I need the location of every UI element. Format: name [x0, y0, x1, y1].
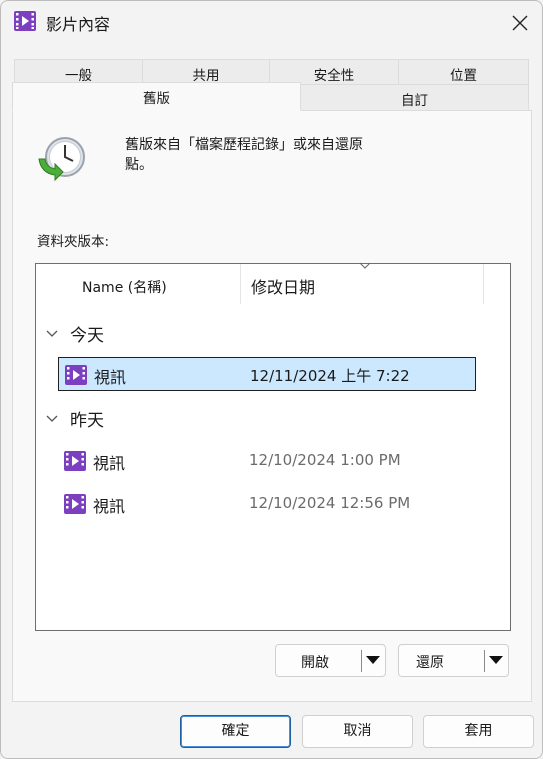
video-folder-icon	[64, 451, 86, 471]
column-header-name[interactable]: Name (名稱)	[36, 264, 240, 304]
close-icon	[512, 15, 528, 31]
tab-previous-versions[interactable]: 舊版	[12, 82, 301, 111]
video-folder-icon	[65, 365, 87, 385]
sort-descending-icon	[359, 262, 371, 269]
item-name: 視訊	[94, 368, 127, 387]
video-folder-icon	[14, 11, 36, 31]
chevron-down-icon	[46, 323, 58, 343]
window-title: 影片內容	[46, 15, 111, 34]
tab-location[interactable]: 位置	[398, 59, 529, 85]
item-date: 12/10/2024 1:00 PM	[249, 451, 401, 469]
versions-list[interactable]: Name (名稱) 修改日期 今天 視訊 12/11/2024 上午 7:22 …	[35, 262, 511, 631]
previous-versions-panel: 舊版來自「檔案歷程記錄」或來自還原點。 資料夾版本: Name (名稱) 修改日…	[12, 110, 532, 702]
item-name: 視訊	[93, 454, 126, 473]
ok-button[interactable]: 確定	[180, 715, 291, 748]
item-date: 12/10/2024 12:56 PM	[249, 494, 411, 512]
title-bar: 影片內容	[1, 1, 542, 45]
restore-button-label: 還原	[416, 655, 444, 671]
open-split-button[interactable]: 開啟	[275, 644, 386, 677]
list-item[interactable]: 視訊 12/10/2024 1:00 PM	[58, 444, 476, 478]
list-item[interactable]: 視訊 12/11/2024 上午 7:22	[58, 357, 476, 391]
open-button-label: 開啟	[301, 655, 329, 671]
split-separator	[361, 650, 362, 672]
dialog-footer: 確定 取消 套用	[1, 703, 542, 758]
column-header-date[interactable]: 修改日期	[240, 262, 484, 304]
item-date: 12/11/2024 上午 7:22	[250, 367, 410, 385]
restore-clock-icon	[35, 133, 87, 185]
tab-customize[interactable]: 自訂	[300, 84, 529, 111]
cancel-button[interactable]: 取消	[302, 715, 413, 748]
list-item[interactable]: 視訊 12/10/2024 12:56 PM	[58, 487, 476, 521]
description-text: 舊版來自「檔案歷程記錄」或來自還原點。	[125, 137, 363, 173]
dropdown-arrow-icon[interactable]	[487, 653, 505, 671]
item-name: 視訊	[93, 497, 126, 516]
properties-window: 影片內容 一般 共用 安全性 位置 舊版 自訂 舊版來自「檔案歷程記錄」或來自還…	[0, 0, 543, 759]
chevron-down-icon	[46, 408, 58, 428]
restore-split-button[interactable]: 還原	[398, 644, 509, 677]
video-folder-icon	[64, 494, 86, 514]
folder-versions-label: 資料夾版本:	[37, 234, 110, 250]
close-button[interactable]	[498, 1, 542, 45]
group-header-today[interactable]: 今天	[46, 321, 104, 347]
apply-button[interactable]: 套用	[423, 715, 534, 748]
group-header-yesterday[interactable]: 昨天	[46, 406, 104, 432]
split-separator	[484, 650, 485, 672]
dropdown-arrow-icon[interactable]	[364, 653, 382, 671]
